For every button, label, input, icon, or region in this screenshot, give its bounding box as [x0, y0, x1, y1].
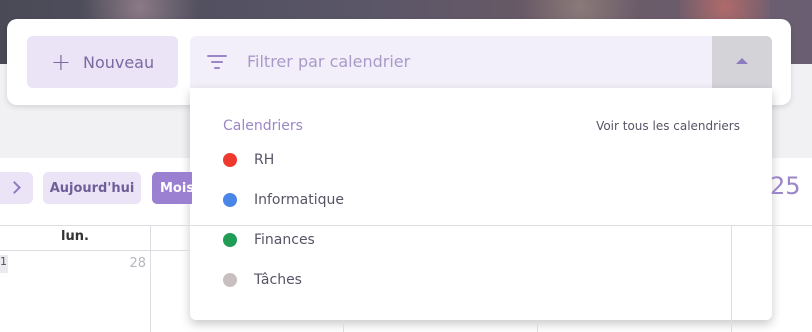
plus-icon: + — [50, 48, 71, 76]
grid-line — [150, 225, 151, 332]
calendar-item-finances[interactable]: Finances — [223, 230, 315, 250]
filter-toggle-button[interactable] — [712, 36, 772, 88]
calendar-dropdown: Calendriers Voir tous les calendriers RH… — [190, 88, 772, 320]
grid-line — [0, 225, 812, 226]
color-dot-icon — [223, 273, 237, 287]
color-dot-icon — [223, 193, 237, 207]
today-button[interactable]: Aujourd'hui — [43, 172, 141, 204]
calendar-filter-input[interactable]: Filtrer par calendrier — [190, 36, 772, 88]
grid-line — [343, 320, 344, 332]
see-all-calendars-link[interactable]: Voir tous les calendriers — [596, 119, 740, 133]
grid-line — [0, 250, 190, 251]
next-period-button[interactable] — [0, 172, 33, 204]
color-dot-icon — [223, 233, 237, 247]
calendar-item-label: Tâches — [254, 272, 302, 288]
color-dot-icon — [223, 153, 237, 167]
period-title: 25 — [770, 172, 801, 200]
calendar-item-taches[interactable]: Tâches — [223, 270, 302, 290]
calendar-item-label: Informatique — [254, 192, 344, 208]
grid-line — [537, 320, 538, 332]
grid-line — [731, 225, 732, 332]
calendar-item-label: RH — [254, 152, 275, 168]
week-number: 1 — [0, 255, 8, 273]
filter-placeholder: Filtrer par calendrier — [247, 52, 411, 71]
dropdown-title: Calendriers — [223, 118, 303, 134]
calendar-item-informatique[interactable]: Informatique — [223, 190, 344, 210]
calendar-item-label: Finances — [254, 232, 315, 248]
calendar-item-rh[interactable]: RH — [223, 150, 274, 170]
day-number[interactable]: 28 — [112, 256, 146, 271]
month-view-button[interactable]: Mois — [152, 172, 194, 204]
filter-icon — [207, 54, 229, 70]
new-button-label: Nouveau — [82, 52, 155, 72]
day-header-monday: lun. — [61, 229, 89, 244]
new-event-button[interactable]: + Nouveau — [27, 36, 178, 88]
